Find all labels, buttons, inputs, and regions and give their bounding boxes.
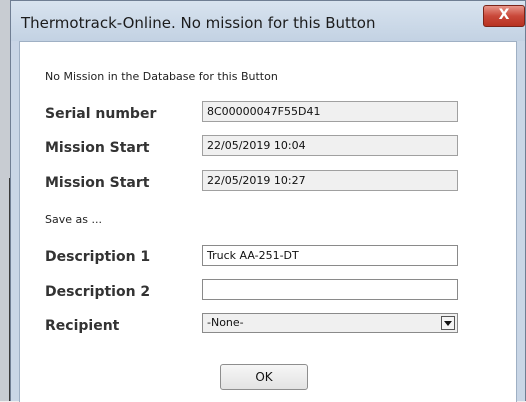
mission-start-field: 22/05/2019 10:04 (202, 135, 458, 156)
save-as-label: Save as ... (45, 213, 102, 226)
recipient-dropdown-button[interactable] (441, 316, 455, 330)
mission-start-label: Mission Start (45, 140, 150, 156)
chevron-down-icon (444, 321, 452, 326)
mission-start-field-2: 22/05/2019 10:27 (202, 170, 458, 191)
serial-number-label: Serial number (45, 106, 157, 122)
title-bar[interactable]: Thermotrack-Online. No mission for this … (11, 1, 525, 41)
close-icon: X (498, 7, 510, 23)
dialog-window: Thermotrack-Online. No mission for this … (10, 0, 526, 402)
close-button[interactable]: X (483, 5, 525, 27)
recipient-selected-value: -None- (207, 316, 244, 329)
description-1-input[interactable]: Truck AA-251-DT (202, 245, 458, 266)
mission-start-label-2: Mission Start (45, 175, 150, 191)
description-2-label: Description 2 (45, 284, 151, 300)
recipient-select[interactable]: -None- (202, 313, 458, 333)
description-2-input[interactable] (202, 279, 458, 300)
window-title: Thermotrack-Online. No mission for this … (21, 14, 376, 32)
status-message: No Mission in the Database for this Butt… (45, 70, 278, 83)
recipient-label: Recipient (45, 318, 120, 334)
serial-number-field: 8C00000047F55D41 (202, 101, 458, 122)
description-1-label: Description 1 (45, 249, 151, 265)
ok-button[interactable]: OK (220, 364, 308, 390)
